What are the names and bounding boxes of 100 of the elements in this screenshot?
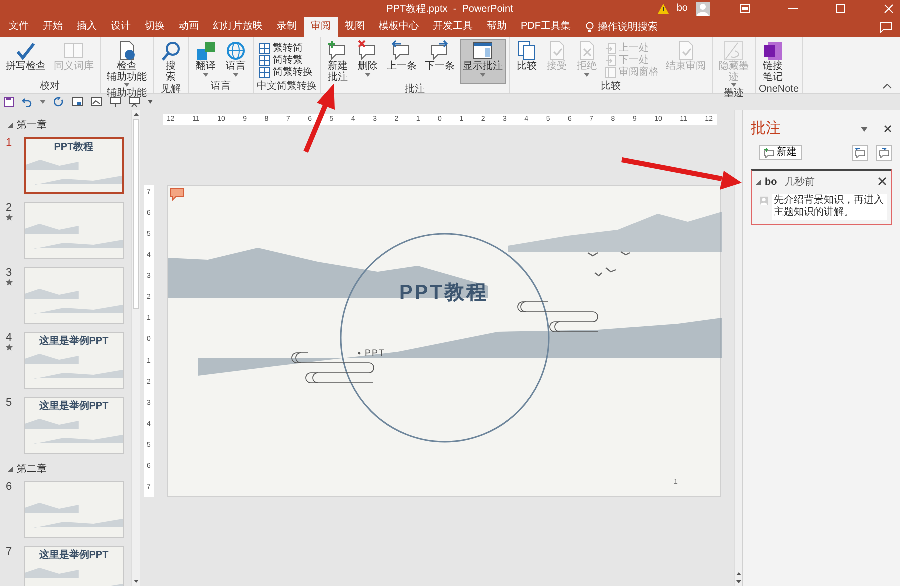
comment-time: 几秒前 (785, 176, 816, 190)
ribbon-tab[interactable]: 审阅 (304, 17, 338, 37)
caret-icon (365, 72, 371, 76)
caret-icon (40, 100, 46, 104)
comment-icon[interactable] (880, 22, 892, 32)
ribbon-tab[interactable]: 设计 (104, 17, 138, 37)
save-icon[interactable] (4, 97, 14, 107)
thumbnail-title: 这里是举例PPT (38, 336, 110, 347)
ribbon-button[interactable]: 拼写检查 (3, 39, 49, 81)
ribbon-tab[interactable]: 录制 (270, 17, 304, 37)
ribbon-button[interactable]: 繁转简 (257, 43, 315, 55)
grid-icon (259, 43, 271, 55)
maximize-icon[interactable] (836, 4, 846, 14)
ribbon-tab[interactable]: 帮助 (480, 17, 514, 37)
star-icon (6, 279, 13, 286)
ribbon-tab[interactable]: 插入 (70, 17, 104, 37)
ribbon-group-label: 比较 (600, 81, 622, 93)
slide-thumbnail[interactable]: PPT教程 (24, 137, 124, 194)
ribbon-button[interactable]: 简转繁 (257, 55, 315, 67)
ribbon-tab[interactable]: PDF工具集 (514, 17, 578, 37)
ribbon-button[interactable]: 显示批注 (460, 39, 506, 84)
panel-icon (605, 67, 617, 79)
presenter-icon[interactable] (129, 97, 140, 107)
expanded-triangle-icon[interactable] (8, 467, 13, 472)
ribbon-group-label: 见解 (160, 84, 182, 96)
window-title: PPT教程.pptx - PowerPoint (386, 3, 514, 17)
lightbulb-icon (586, 22, 594, 32)
caret-icon (584, 72, 590, 76)
presenter-icon[interactable] (110, 97, 121, 107)
ribbon-button[interactable]: 删除 (354, 39, 382, 84)
ribbon-tab[interactable]: 动画 (172, 17, 206, 37)
next-comment-button[interactable] (876, 144, 892, 160)
pen-stroke-icon (723, 40, 745, 62)
star-icon (6, 344, 13, 351)
ribbon-group-label: 校对 (39, 81, 61, 93)
section-title[interactable]: 第一章 (17, 118, 47, 133)
scroll-down-icon[interactable] (735, 578, 743, 586)
ribbon-display-icon[interactable] (740, 4, 750, 13)
caret-icon (480, 72, 486, 76)
close-icon[interactable] (884, 125, 892, 134)
previous-comment-button[interactable] (852, 144, 868, 160)
ribbon-button[interactable]: 检查 辅助功能 (104, 39, 150, 88)
caret-icon (233, 72, 239, 76)
bullet-icon (358, 352, 361, 355)
ribbon-button[interactable]: 搜 索 (157, 39, 185, 84)
slide-number: 4 (6, 332, 14, 344)
collapse-ribbon-icon[interactable] (883, 84, 892, 89)
ribbon-button[interactable]: 语言 (222, 39, 250, 81)
arrow-icon (605, 55, 617, 67)
ribbon-button[interactable]: 上一条 (384, 39, 420, 84)
ribbon-button[interactable]: 新建 批注 (324, 39, 352, 84)
customize-icon[interactable] (148, 100, 153, 104)
tell-me-search[interactable]: 操作说明搜索 (598, 20, 658, 34)
slide-thumbnail[interactable] (24, 202, 124, 259)
comment-arrow-icon (854, 148, 866, 158)
slide-thumbnail[interactable]: 这里是举例PPT (24, 397, 124, 454)
ribbon-group-label: OneNote (759, 84, 800, 96)
delete-icon[interactable] (878, 177, 887, 186)
redo-icon[interactable] (54, 97, 64, 107)
ribbon-button[interactable]: 下一条 (422, 39, 458, 84)
ribbon-tab[interactable]: 模板中心 (372, 17, 426, 37)
scrollbar-thumb[interactable] (133, 119, 139, 309)
ribbon-tab[interactable]: 切换 (138, 17, 172, 37)
ribbon-tab[interactable]: 开发工具 (426, 17, 480, 37)
slide-thumbnail[interactable] (24, 481, 124, 538)
ribbon-button[interactable]: 链接 笔记 (759, 39, 787, 84)
comment-text[interactable]: 先介绍背景知识，再进入主题知识的讲解。 (772, 194, 887, 220)
ribbon-group-label: 墨迹 (723, 88, 745, 100)
comment-arrow-icon (878, 148, 890, 158)
dropdown-icon[interactable] (861, 126, 868, 132)
slideshow-icon[interactable] (72, 97, 83, 107)
ribbon-button[interactable]: 翻译 (192, 39, 220, 81)
scroll-up-icon[interactable] (735, 570, 743, 578)
comment-card[interactable]: bo 几秒前 先介绍背景知识，再进入主题知识的讲解。 (751, 168, 892, 224)
slide-thumbnail[interactable] (24, 267, 124, 324)
undo-icon[interactable] (22, 97, 32, 107)
expanded-triangle-icon[interactable] (756, 180, 761, 184)
section-title[interactable]: 第二章 (17, 462, 47, 477)
caret-icon (731, 83, 737, 87)
star-icon (6, 214, 13, 221)
slide-number: 5 (6, 397, 14, 409)
ribbon-button[interactable]: 比较 (513, 39, 541, 81)
ribbon-tab[interactable]: 视图 (338, 17, 372, 37)
ribbon-tab[interactable]: 文件 (2, 17, 36, 37)
slide-number: 2 (6, 202, 14, 214)
ribbon-tab[interactable]: 幻灯片放映 (206, 17, 270, 37)
new-comment-button[interactable]: 新建 (759, 145, 802, 160)
slide-thumbnail[interactable]: 这里是举例PPT (24, 332, 124, 389)
avatar-icon[interactable] (696, 2, 710, 16)
expanded-triangle-icon[interactable] (8, 123, 13, 128)
panel-icon (472, 40, 494, 62)
comment-marker-icon[interactable] (170, 188, 185, 202)
ribbon-tab[interactable]: 开始 (36, 17, 70, 37)
picture-icon[interactable] (91, 97, 102, 107)
user-name[interactable]: bo (676, 1, 688, 16)
comment-arrow-icon (429, 40, 451, 62)
ribbon-group-label: 辅助功能 (106, 88, 148, 100)
thumbnail-title: 这里是举例PPT (38, 401, 110, 412)
ribbon-button[interactable]: 简繁转换 (257, 67, 315, 79)
slide-thumbnail[interactable]: 这里是举例PPT (24, 546, 124, 586)
